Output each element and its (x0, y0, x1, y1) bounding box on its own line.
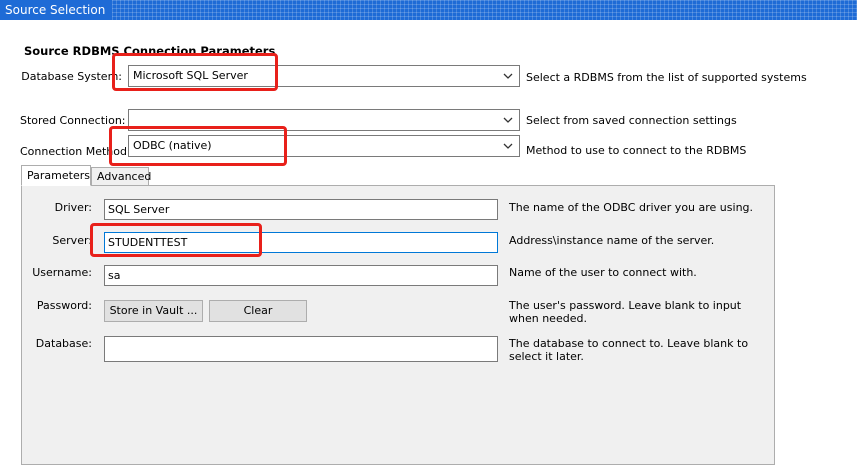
window-title: Source Selection (0, 0, 113, 20)
database-system-hint: Select a RDBMS from the list of supporte… (526, 71, 807, 84)
tab-parameters[interactable]: Parameters (21, 165, 91, 186)
password-label: Password: (36, 299, 92, 312)
annotation-highlight (109, 126, 287, 166)
password-hint: The user's password. Leave blank to inpu… (509, 299, 742, 325)
connection-method-label: Connection Method: (20, 145, 131, 158)
stored-connection-label: Stored Connection: (20, 114, 126, 127)
annotation-highlight (90, 223, 262, 257)
driver-label: Driver: (54, 201, 92, 214)
driver-hint: The name of the ODBC driver you are usin… (509, 201, 754, 214)
driver-field[interactable]: SQL Server (104, 199, 498, 220)
username-field[interactable]: sa (104, 265, 498, 286)
username-label: Username: (32, 266, 92, 279)
stored-connection-hint: Select from saved connection settings (526, 114, 737, 127)
clear-password-button[interactable]: Clear (209, 300, 307, 322)
username-hint: Name of the user to connect with. (509, 266, 697, 279)
title-bar: Source Selection (0, 0, 857, 20)
chevron-down-icon (503, 117, 513, 123)
tab-advanced[interactable]: Advanced (91, 167, 151, 186)
chevron-down-icon (503, 143, 513, 149)
database-system-label: Database System: (21, 70, 122, 83)
connection-method-hint: Method to use to connect to the RDBMS (526, 144, 747, 157)
annotation-highlight (112, 53, 278, 91)
server-hint: Address\instance name of the server. (509, 234, 715, 247)
chevron-down-icon (503, 73, 513, 79)
database-hint: The database to connect to. Leave blank … (509, 337, 749, 363)
database-field[interactable] (104, 336, 498, 362)
store-in-vault-button[interactable]: Store in Vault ... (104, 300, 203, 322)
database-label: Database: (35, 337, 92, 350)
server-label: Server: (52, 234, 92, 247)
